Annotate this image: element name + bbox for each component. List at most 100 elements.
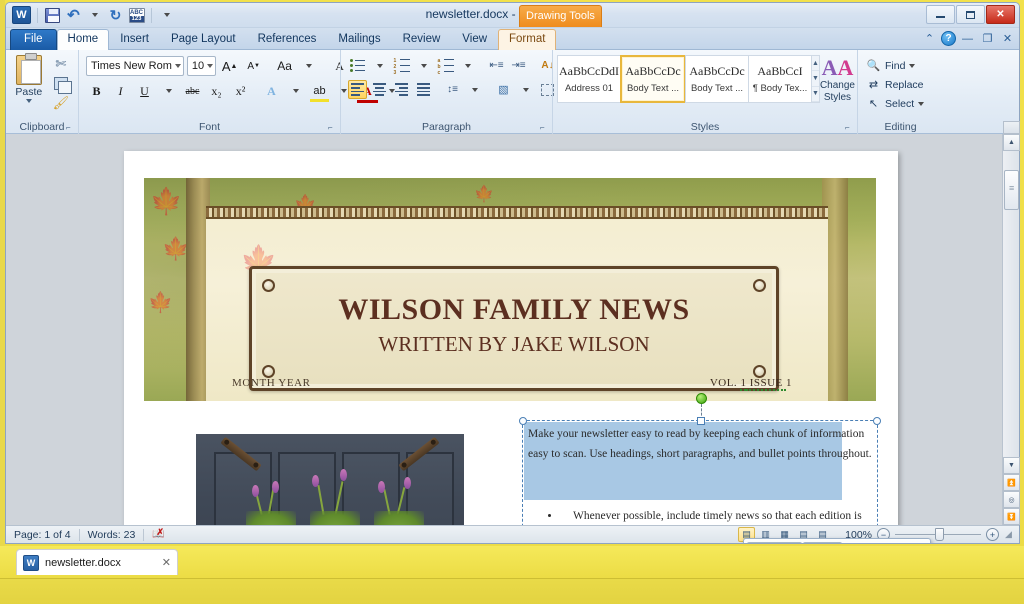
tab-format[interactable]: Format <box>498 29 557 50</box>
mini-increase-indent-button[interactable]: ⇥≡ <box>903 541 922 543</box>
grow-font-button[interactable]: A ▲ <box>219 56 240 76</box>
justify-button[interactable] <box>414 80 433 99</box>
mini-shrink-font-button[interactable]: A▼ <box>863 541 882 543</box>
select-dropdown-icon[interactable] <box>918 101 925 106</box>
mini-font-size-combo[interactable]: 10 <box>803 541 842 543</box>
select-button[interactable]: ↖ Select <box>862 94 939 113</box>
change-styles-button[interactable]: AA Change Styles <box>820 55 855 104</box>
tab-review[interactable]: Review <box>392 29 452 50</box>
shrink-font-button[interactable]: A ▼ <box>243 56 264 76</box>
tab-home[interactable]: Home <box>56 29 110 50</box>
cut-icon[interactable]: ✄ <box>55 56 66 72</box>
shading-button[interactable]: ▧ <box>494 80 513 99</box>
styles-dialog-launcher[interactable]: ⌐ <box>845 123 854 132</box>
font-dialog-launcher[interactable]: ⌐ <box>328 123 337 132</box>
style-item-body-text-selected[interactable]: AaBbCcDc Body Text ... <box>620 55 686 103</box>
close-icon[interactable]: ✕ <box>162 556 171 569</box>
tab-references[interactable]: References <box>247 29 328 50</box>
find-button[interactable]: 🔍 Find <box>862 56 939 75</box>
styles-scroll-up-icon[interactable]: ▲ <box>812 56 819 72</box>
decrease-indent-button[interactable]: ⇤≡ <box>487 56 506 75</box>
split-window-handle[interactable] <box>1003 121 1020 134</box>
zoom-slider-thumb[interactable] <box>935 528 944 541</box>
numbering-dropdown-icon[interactable] <box>414 56 433 75</box>
align-right-button[interactable] <box>392 80 411 99</box>
document-close-icon[interactable]: ✕ <box>999 30 1016 47</box>
strikethrough-button[interactable]: abc <box>182 81 203 101</box>
tab-mailings[interactable]: Mailings <box>327 29 391 50</box>
mini-decrease-indent-button[interactable]: ⇤≡ <box>883 541 902 543</box>
previous-page-button[interactable]: ⏫ <box>1003 474 1020 491</box>
multilevel-dropdown-icon[interactable] <box>458 56 477 75</box>
text-highlight-button[interactable]: ab <box>309 81 330 102</box>
document-taskbar-tab[interactable]: W newsletter.docx ✕ <box>16 549 178 575</box>
document-canvas[interactable]: 🍁 🍁 🍁 🍁 🍁 🍁 🍁 <box>6 134 1019 543</box>
style-item-address-01[interactable]: AaBbCcDdI Address 01 <box>557 55 621 103</box>
replace-button[interactable]: ⇄ Replace <box>862 75 939 94</box>
word-count[interactable]: Words: 23 <box>80 526 144 544</box>
resize-handle-top-left[interactable] <box>519 417 527 425</box>
resize-handle-top-right[interactable] <box>873 417 881 425</box>
tab-insert[interactable]: Insert <box>109 29 160 50</box>
vertical-scrollbar[interactable]: ▲ ▼ ⏫ ◎ ⏬ <box>1002 121 1020 525</box>
bold-button[interactable]: B <box>86 81 107 101</box>
text-effects-button[interactable]: A <box>261 81 282 101</box>
italic-button[interactable]: I <box>110 81 131 101</box>
resize-handle-top-center[interactable] <box>697 417 705 425</box>
font-name-combo[interactable]: Times New Rom <box>86 56 184 76</box>
mini-grow-font-button[interactable]: A▲ <box>843 541 862 543</box>
find-dropdown-icon[interactable] <box>909 63 916 68</box>
minimize-ribbon-icon[interactable]: ⌃ <box>921 30 938 47</box>
increase-indent-button[interactable]: ⇥≡ <box>509 56 528 75</box>
document-page[interactable]: 🍁 🍁 🍁 🍁 🍁 🍁 🍁 <box>124 151 898 543</box>
styles-gallery-scrollbar[interactable]: ▲ ▼ ▼ <box>811 55 820 103</box>
clipboard-dialog-launcher[interactable]: ⌐ <box>66 123 75 132</box>
align-center-button[interactable] <box>370 80 389 99</box>
change-case-button[interactable]: Aa <box>274 56 295 76</box>
numbering-button[interactable]: 123 <box>392 56 411 76</box>
styles-more-icon[interactable]: ▼ <box>812 87 819 102</box>
page-indicator[interactable]: Page: 1 of 4 <box>6 526 79 544</box>
mini-font-name-combo[interactable]: Times Ne <box>747 541 802 543</box>
scroll-down-button[interactable]: ▼ <box>1003 457 1020 474</box>
textbox-paragraph[interactable]: Make your newsletter easy to read by kee… <box>528 424 873 464</box>
style-item-body-text-3[interactable]: AaBbCcI ¶ Body Tex... <box>748 55 812 103</box>
subscript-button[interactable]: x₂ <box>206 81 227 101</box>
tab-file[interactable]: File <box>10 29 57 50</box>
chevron-down-icon[interactable] <box>174 64 181 68</box>
close-button[interactable]: ✕ <box>986 5 1015 24</box>
styles-scroll-down-icon[interactable]: ▼ <box>812 71 819 87</box>
multilevel-list-button[interactable]: abc <box>436 56 455 76</box>
mini-formatting-toolbar[interactable]: Times Ne 10 A▲ A▼ ⇤≡ ⇥≡ B I U <box>743 538 931 543</box>
superscript-button[interactable]: x² <box>230 81 251 101</box>
text-effects-dropdown-icon[interactable] <box>285 81 306 101</box>
zoom-in-button[interactable]: + <box>986 528 999 541</box>
proofing-status-button[interactable]: 📖 <box>144 526 173 544</box>
minimize-button[interactable] <box>926 5 955 24</box>
font-size-combo[interactable]: 10 <box>186 56 217 76</box>
help-icon[interactable]: ? <box>941 31 956 46</box>
paste-dropdown-icon[interactable] <box>25 99 32 103</box>
format-painter-icon[interactable]: 🖌 <box>53 95 70 111</box>
document-restore-icon[interactable]: ❐ <box>979 30 996 47</box>
line-spacing-dropdown-icon[interactable] <box>465 80 484 99</box>
maximize-button[interactable] <box>956 5 985 24</box>
tab-page-layout[interactable]: Page Layout <box>160 29 247 50</box>
scroll-up-button[interactable]: ▲ <box>1003 134 1020 151</box>
scrollbar-thumb[interactable] <box>1004 170 1019 210</box>
underline-button[interactable]: U <box>134 81 155 101</box>
bullets-dropdown-icon[interactable] <box>370 56 389 75</box>
tab-view[interactable]: View <box>451 29 498 50</box>
chevron-down-icon[interactable] <box>207 64 214 68</box>
align-left-button[interactable] <box>348 80 367 99</box>
bullets-button[interactable] <box>348 56 367 75</box>
document-minimize-icon[interactable]: — <box>959 30 976 47</box>
change-case-dropdown-icon[interactable] <box>298 56 319 76</box>
select-browse-object-button[interactable]: ◎ <box>1003 491 1020 508</box>
copy-icon[interactable] <box>53 77 72 94</box>
paragraph-dialog-launcher[interactable]: ⌐ <box>540 123 549 132</box>
rotation-handle[interactable] <box>696 393 707 404</box>
line-spacing-button[interactable]: ↕≡ <box>443 80 462 99</box>
resize-grip-icon[interactable]: ◢ <box>1005 529 1017 541</box>
style-item-body-text-2[interactable]: AaBbCcDc Body Text ... <box>685 55 749 103</box>
